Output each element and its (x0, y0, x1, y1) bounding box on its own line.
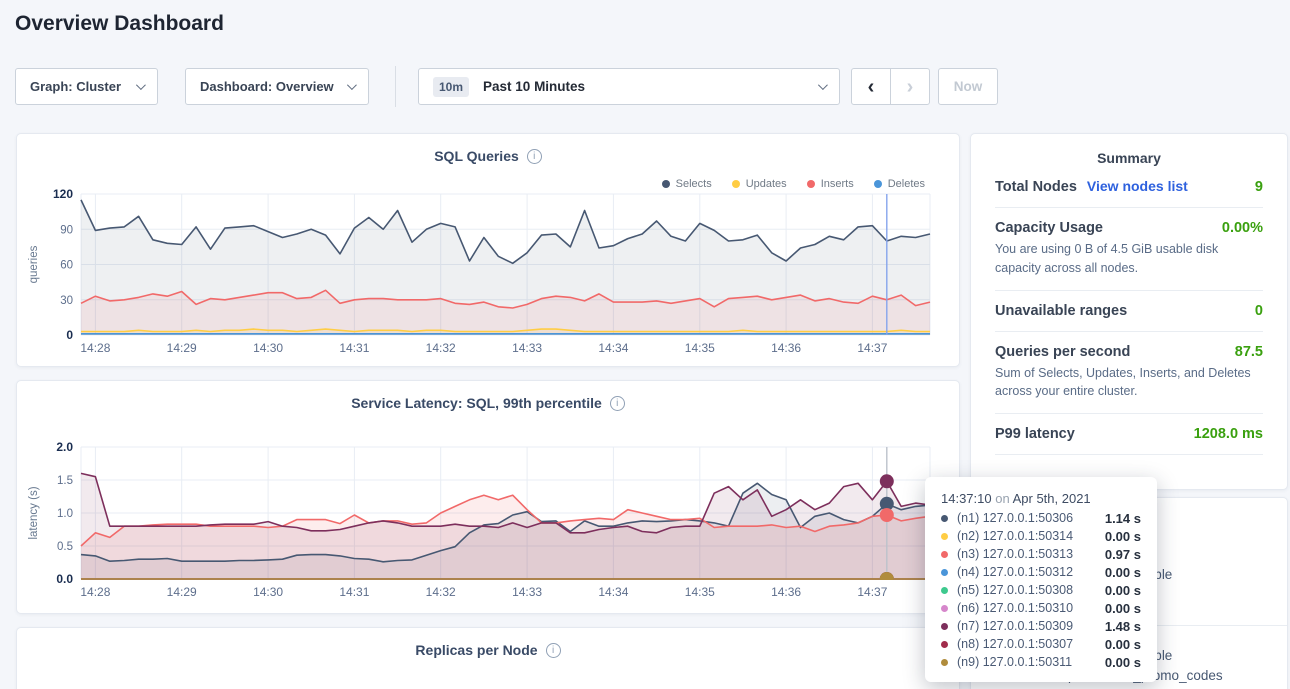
next-time-button[interactable]: › (890, 68, 930, 105)
toolbar-divider (395, 66, 396, 107)
n8-dot-icon (941, 641, 948, 648)
capacity-usage-desc: You are using 0 B of 4.5 GiB usable disk… (995, 240, 1263, 278)
svg-text:14:35: 14:35 (685, 341, 715, 355)
summary-panel: Summary Total Nodes View nodes list 9 Ca… (970, 133, 1288, 490)
sql-queries-card: SQL Queries i Selects Updates Inserts De… (16, 133, 960, 367)
prev-time-button[interactable]: ‹ (851, 68, 891, 105)
time-pager: ‹ › (851, 68, 930, 105)
service-latency-chart[interactable]: 0.0 0.5 1.0 1.5 2.0 14:28 14:29 14:30 14:31 14:32… (17, 381, 961, 615)
graph-dropdown-label: Graph: Cluster (30, 79, 121, 94)
summary-row-total-nodes: Total Nodes View nodes list 9 (995, 166, 1263, 208)
dashboard-dropdown-label: Dashboard: Overview (200, 79, 334, 94)
svg-text:14:36: 14:36 (771, 341, 801, 355)
chevron-down-icon (347, 80, 357, 90)
svg-text:14:29: 14:29 (167, 585, 197, 599)
svg-text:14:37: 14:37 (857, 585, 887, 599)
svg-text:14:28: 14:28 (80, 341, 110, 355)
service-latency-card: Service Latency: SQL, 99th percentile i … (16, 380, 960, 614)
svg-text:14:29: 14:29 (167, 341, 197, 355)
tooltip-row-n6: (n6) 127.0.0.1:503100.00 s (941, 599, 1141, 617)
svg-text:latency (s): latency (s) (28, 486, 40, 539)
svg-text:1.0: 1.0 (57, 508, 73, 520)
time-range-label: Past 10 Minutes (483, 79, 585, 94)
svg-text:2.0: 2.0 (56, 440, 73, 454)
svg-text:14:34: 14:34 (598, 341, 628, 355)
capacity-usage-value: 0.00% (1222, 220, 1263, 236)
svg-text:14:32: 14:32 (426, 585, 456, 599)
n3-dot-icon (941, 551, 948, 558)
svg-text:120: 120 (53, 187, 73, 201)
queries-per-second-desc: Sum of Selects, Updates, Inserts, and De… (995, 364, 1263, 402)
tooltip-row-n9: (n9) 127.0.0.1:503110.00 s (941, 653, 1141, 671)
tooltip-row-n3: (n3) 127.0.0.1:503130.97 s (941, 545, 1141, 563)
svg-text:0: 0 (66, 328, 73, 342)
sql-queries-chart[interactable]: 0 30 60 90 120 14:28 14:29 14:30 14:31 14:32 14:33… (17, 134, 961, 368)
summary-row-capacity-usage: Capacity Usage 0.00% You are using 0 B o… (995, 208, 1263, 291)
svg-text:14:28: 14:28 (80, 585, 110, 599)
total-nodes-value: 9 (1255, 179, 1263, 195)
svg-text:14:34: 14:34 (598, 585, 628, 599)
tooltip-row-n4: (n4) 127.0.0.1:503120.00 s (941, 563, 1141, 581)
svg-text:60: 60 (60, 260, 73, 272)
tooltip-timestamp: 14:37:10 on Apr 5th, 2021 (941, 489, 1141, 509)
replicas-per-node-card: Replicas per Node i (16, 627, 960, 689)
queries-per-second-value: 87.5 (1235, 344, 1263, 360)
summary-row-p99-latency: P99 latency 1208.0 ms (995, 414, 1263, 455)
chevron-down-icon (136, 80, 146, 90)
summary-row-unavailable-ranges: Unavailable ranges 0 (995, 291, 1263, 332)
tooltip-row-n5: (n5) 127.0.0.1:503080.00 s (941, 581, 1141, 599)
n9-dot-icon (941, 659, 948, 666)
p99-latency-value: 1208.0 ms (1194, 426, 1263, 442)
svg-text:14:35: 14:35 (685, 585, 715, 599)
chart-hover-tooltip: 14:37:10 on Apr 5th, 2021 (n1) 127.0.0.1… (925, 477, 1157, 682)
svg-text:14:33: 14:33 (512, 341, 542, 355)
overview-dashboard-page: Overview Dashboard Graph: Cluster Dashbo… (0, 0, 1290, 689)
svg-text:14:32: 14:32 (426, 341, 456, 355)
dashboard-dropdown[interactable]: Dashboard: Overview (185, 68, 369, 105)
svg-text:90: 90 (60, 224, 73, 236)
tooltip-row-n1: (n1) 127.0.0.1:503061.14 s (941, 509, 1141, 527)
svg-text:14:33: 14:33 (512, 585, 542, 599)
svg-text:14:37: 14:37 (857, 341, 887, 355)
page-title: Overview Dashboard (15, 12, 224, 36)
n6-dot-icon (941, 605, 948, 612)
now-button[interactable]: Now (938, 68, 998, 105)
time-range-picker[interactable]: 10m Past 10 Minutes (418, 68, 840, 105)
chevron-down-icon (818, 80, 828, 90)
svg-text:0.5: 0.5 (57, 541, 73, 553)
n2-dot-icon (941, 533, 948, 540)
n5-dot-icon (941, 587, 948, 594)
n7-dot-icon (941, 623, 948, 630)
view-nodes-list-link[interactable]: View nodes list (1087, 178, 1188, 194)
time-range-badge: 10m (433, 77, 469, 97)
svg-text:14:31: 14:31 (339, 585, 369, 599)
svg-text:30: 30 (60, 295, 73, 307)
unavailable-ranges-value: 0 (1255, 303, 1263, 319)
summary-panel-title: Summary (971, 150, 1287, 166)
tooltip-row-n7: (n7) 127.0.0.1:503091.48 s (941, 617, 1141, 635)
svg-text:14:31: 14:31 (339, 341, 369, 355)
n1-dot-icon (941, 515, 948, 522)
summary-row-queries-per-second: Queries per second 87.5 Sum of Selects, … (995, 332, 1263, 415)
n4-dot-icon (941, 569, 948, 576)
tooltip-row-n8: (n8) 127.0.0.1:503070.00 s (941, 635, 1141, 653)
svg-text:0.0: 0.0 (56, 572, 73, 586)
graph-dropdown[interactable]: Graph: Cluster (15, 68, 158, 105)
info-icon[interactable]: i (546, 643, 561, 658)
svg-text:queries: queries (28, 245, 40, 283)
svg-text:14:30: 14:30 (253, 341, 283, 355)
svg-text:1.5: 1.5 (57, 475, 73, 487)
tooltip-row-n2: (n2) 127.0.0.1:503140.00 s (941, 527, 1141, 545)
svg-text:14:36: 14:36 (771, 585, 801, 599)
svg-text:14:30: 14:30 (253, 585, 283, 599)
replicas-per-node-title: Replicas per Node i (17, 642, 959, 658)
